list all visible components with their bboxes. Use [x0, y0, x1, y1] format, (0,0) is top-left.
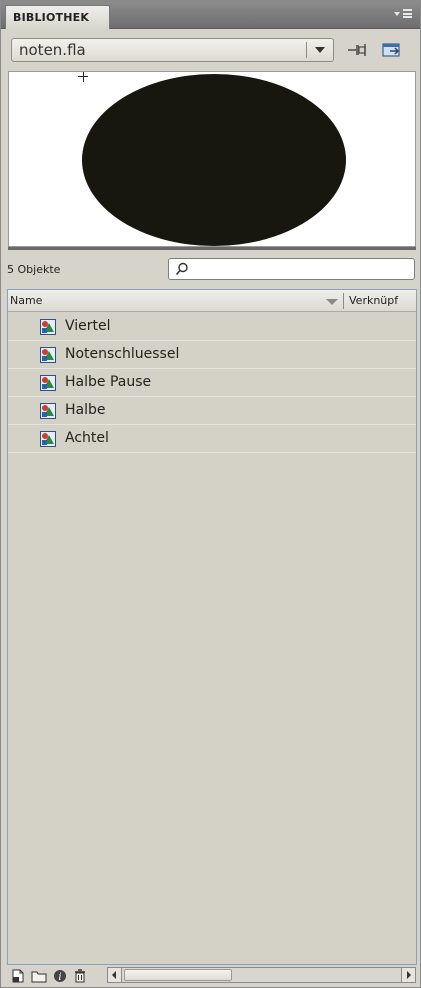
scroll-right-icon[interactable]	[401, 968, 415, 982]
list-item[interactable]: Achtel	[8, 425, 416, 453]
movieclip-symbol-icon	[40, 347, 56, 363]
sort-arrow-icon[interactable]	[326, 299, 338, 305]
item-count: 5 Objekte	[7, 263, 61, 276]
movieclip-symbol-icon	[40, 431, 56, 447]
list-item-label: Viertel	[65, 318, 111, 334]
svg-text:i: i	[58, 972, 61, 983]
document-row: noten.fla	[1, 30, 420, 70]
list-item-label: Halbe	[65, 402, 106, 418]
bottom-toolbar: i	[7, 967, 417, 985]
list-item-label: Achtel	[65, 430, 109, 446]
library-panel: BIBLIOTHEK noten.fla 5 Objekte Name Verk…	[0, 0, 421, 988]
list-item[interactable]: Halbe	[8, 397, 416, 425]
tab-library[interactable]: BIBLIOTHEK	[5, 5, 110, 29]
properties-icon[interactable]: i	[53, 968, 67, 983]
search-icon	[175, 262, 188, 276]
symbol-preview	[8, 71, 416, 247]
search-input[interactable]	[168, 258, 415, 280]
preview-splitter[interactable]	[8, 247, 416, 250]
movieclip-symbol-icon	[40, 375, 56, 391]
preview-shape	[82, 74, 346, 246]
pin-library-icon[interactable]	[346, 41, 368, 59]
scroll-thumb[interactable]	[124, 969, 232, 981]
panel-menu-icon[interactable]	[394, 8, 412, 20]
list-item-label: Halbe Pause	[65, 374, 152, 390]
library-list: Name Verknüpf Viertel Notenschluessel Halb…	[7, 289, 417, 965]
list-item[interactable]: Notenschluessel	[8, 341, 416, 369]
new-library-panel-icon[interactable]	[381, 41, 405, 59]
horizontal-scrollbar[interactable]	[107, 967, 416, 983]
column-header-linkage[interactable]: Verknüpf	[349, 294, 416, 307]
movieclip-symbol-icon	[40, 319, 56, 335]
column-header-name[interactable]: Name	[10, 294, 42, 307]
list-header: Name Verknüpf	[8, 290, 416, 312]
scroll-left-icon[interactable]	[108, 968, 122, 982]
document-select-value: noten.fla	[19, 41, 86, 59]
movieclip-symbol-icon	[40, 403, 56, 419]
new-folder-icon[interactable]	[31, 968, 47, 983]
chevron-down-icon	[315, 47, 325, 53]
panel-titlebar: BIBLIOTHEK	[1, 1, 420, 29]
list-item[interactable]: Halbe Pause	[8, 369, 416, 397]
list-item-label: Notenschluessel	[65, 346, 180, 362]
new-symbol-icon[interactable]	[11, 968, 25, 983]
list-item[interactable]: Viertel	[8, 313, 416, 341]
list-rows: Viertel Notenschluessel Halbe Pause Halbe Ac…	[8, 313, 416, 453]
document-select[interactable]: noten.fla	[11, 38, 334, 62]
count-row: 5 Objekte	[1, 253, 420, 285]
delete-icon[interactable]	[73, 968, 87, 983]
